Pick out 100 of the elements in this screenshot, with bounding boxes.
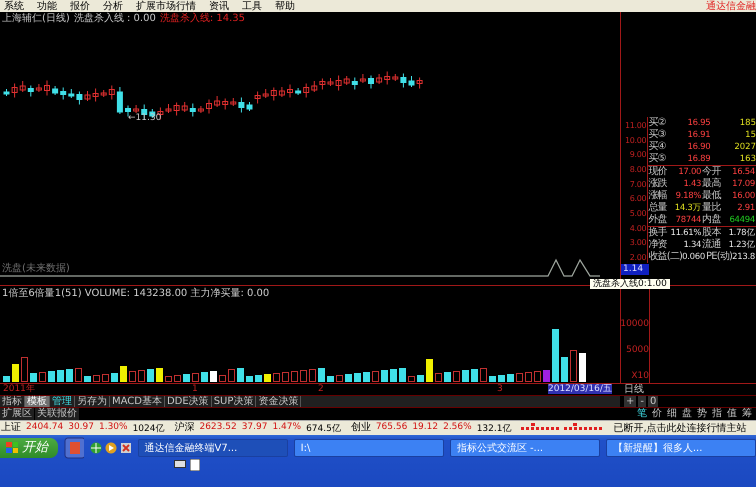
order-price: 16.95	[686, 117, 712, 130]
quote-label: 量比	[702, 202, 721, 214]
quote-label: 收益(二)	[648, 251, 682, 264]
quote-label: 最低	[702, 190, 721, 202]
media-icon[interactable]	[104, 442, 117, 454]
date-label: 1	[192, 384, 198, 394]
date-label: 2	[318, 384, 324, 394]
index-change: 30.97	[68, 422, 94, 434]
quote-value: 2.91	[736, 202, 756, 214]
index-value: 2623.52	[199, 422, 237, 434]
indicator-tab[interactable]: 模板	[25, 396, 50, 408]
quote-value: 17.00	[677, 166, 702, 178]
app-launcher-icon[interactable]	[64, 437, 84, 459]
side-tab[interactable]: 价	[652, 408, 662, 420]
order-label: 买③	[648, 129, 666, 141]
quote-label: 股本	[702, 227, 721, 238]
menu-item[interactable]: 分析	[103, 0, 123, 12]
quote-label: PE(动)	[706, 251, 732, 264]
order-volume: 2027	[733, 141, 756, 154]
menu-item[interactable]: 工具	[242, 0, 262, 12]
side-tab[interactable]: 指	[712, 408, 722, 420]
quote-value: 64494	[728, 214, 756, 226]
taskbar-task[interactable]: 【新提醒】很多人...	[606, 439, 756, 457]
quote-value: 1.78亿	[728, 227, 756, 240]
axis-label: 6.00	[630, 194, 646, 204]
signal-meter-icon	[521, 423, 604, 433]
quote-label: 外盘	[648, 214, 667, 226]
taskbar-task[interactable]: 通达信金融终端V7...	[138, 439, 288, 457]
axis-label: 10.00	[624, 136, 646, 146]
axis-label: 4.00	[630, 224, 646, 234]
taskbar-task[interactable]: 指标公式交流区 -...	[450, 439, 600, 457]
quote-label: 净资	[648, 239, 667, 251]
period-label[interactable]: 日线	[620, 384, 648, 396]
side-tab[interactable]: 笔	[637, 408, 647, 420]
extension-tab[interactable]: 关联报价	[35, 408, 79, 420]
side-tab[interactable]: 值	[727, 408, 737, 420]
zoom-button[interactable]: -	[638, 396, 646, 408]
chart-title: 上海辅仁(日线)	[2, 13, 70, 24]
zoom-button[interactable]: +	[624, 396, 636, 408]
quote-value: 1.23亿	[728, 239, 756, 251]
order-price: 16.89	[686, 153, 712, 166]
quote-label: 内盘	[702, 214, 721, 226]
index-value: 2404.74	[26, 422, 64, 434]
menu-item[interactable]: 功能	[37, 0, 57, 12]
windows-logo-icon	[6, 442, 18, 454]
axis-label: 3.00	[630, 238, 646, 248]
quote-label: 最高	[702, 178, 721, 190]
side-tab[interactable]: 势	[697, 408, 707, 420]
index-percent: 1.47%	[272, 422, 302, 434]
index-amount: 674.5亿	[306, 422, 341, 434]
axis-label: 5.00	[630, 209, 646, 220]
quote-value: 9.18%	[674, 190, 702, 202]
index-percent: 1.30%	[98, 422, 128, 434]
date-label: 3	[497, 384, 503, 394]
index-name: 沪深	[174, 422, 194, 434]
side-tab[interactable]: 筹	[742, 408, 752, 420]
taskbar-task[interactable]: I:\	[294, 439, 444, 457]
extension-tab[interactable]: 扩展区	[0, 408, 34, 420]
quote-value: 16.54	[731, 166, 756, 178]
axis-label: 2.00	[630, 253, 646, 264]
quote-value: 16.00	[731, 190, 756, 202]
menu-item[interactable]: 报价	[70, 0, 90, 12]
quote-label: 涨跌	[648, 178, 667, 190]
order-label: 买②	[648, 117, 666, 129]
axis-label: 8.00	[630, 165, 646, 176]
axis-label: 5000	[626, 345, 649, 356]
axis-label: 7.00	[630, 180, 646, 190]
order-volume: 185	[738, 117, 756, 130]
current-value-marker: 1.14	[621, 264, 649, 276]
index-amount: 132.1亿	[476, 422, 512, 434]
quote-value: 14.3万	[674, 202, 702, 214]
quote-value: 11.61%	[670, 227, 702, 240]
axis-label: 9.00	[630, 150, 646, 160]
zoom-button[interactable]: 0	[648, 396, 658, 408]
order-label: 买④	[648, 141, 666, 153]
price-marker: ←11.30	[128, 113, 162, 123]
order-volume: 15	[744, 129, 756, 142]
menu-item[interactable]: 扩展市场行情	[136, 0, 196, 12]
brand-logo-text: 通达信金融	[706, 0, 756, 12]
indicator-tooltip: 洗盘杀入线0:1.00	[590, 279, 670, 290]
quote-label: 涨幅	[648, 190, 667, 202]
index-change: 19.12	[412, 422, 438, 434]
index-change: 37.97	[242, 422, 268, 434]
axis-label: X10	[631, 371, 649, 382]
order-price: 16.91	[686, 129, 712, 142]
quote-label: 流通	[702, 239, 721, 251]
axis-label: 10000	[620, 319, 649, 330]
volume-title: 1倍至6倍量1(51) VOLUME: 143238.00 主力净买量: 0.00	[1, 286, 270, 302]
index-percent: 2.56%	[443, 422, 472, 434]
side-tab[interactable]: 盘	[682, 408, 692, 420]
menu-item[interactable]: 系统	[4, 0, 24, 12]
quote-value: 17.09	[731, 178, 756, 190]
menu-item[interactable]: 帮助	[275, 0, 295, 12]
signal-value: 洗盘杀入线: 14.35	[160, 13, 245, 24]
index-name: 创业	[350, 422, 371, 434]
order-price: 16.90	[686, 141, 712, 154]
menu-item[interactable]: 资讯	[209, 0, 229, 12]
start-button[interactable]: 开始	[0, 438, 58, 458]
side-tab[interactable]: 细	[667, 408, 677, 420]
connection-status-link[interactable]: 已断开,点击此处连接行情主站	[613, 421, 747, 435]
